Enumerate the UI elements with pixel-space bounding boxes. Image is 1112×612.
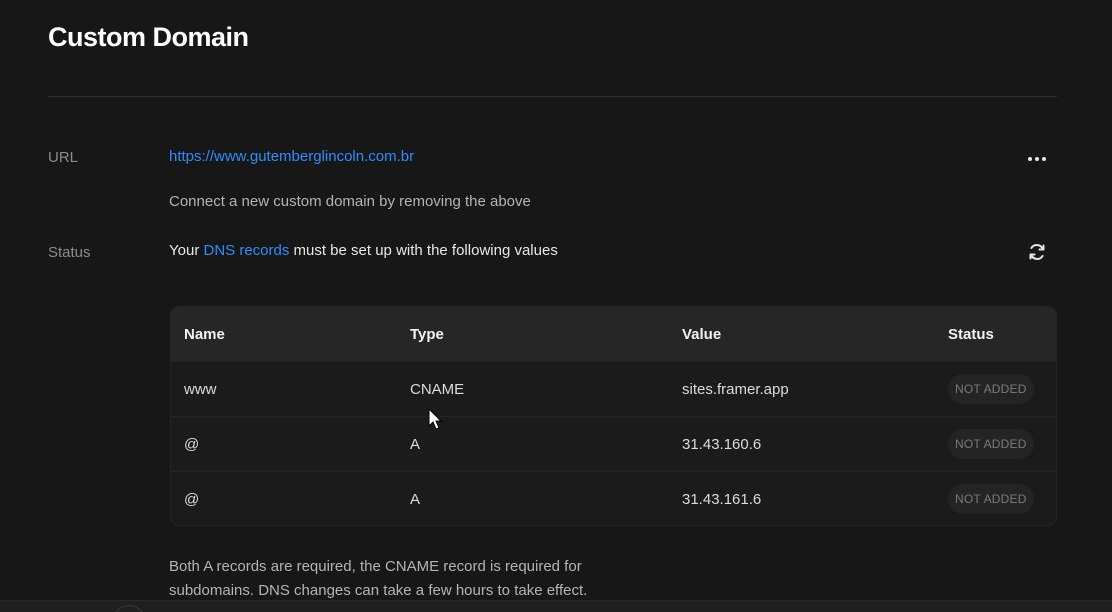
bottom-toolbar [0, 600, 1112, 612]
status-message: Your DNS records must be set up with the… [169, 242, 558, 259]
dns-records-table: Name Type Value Status www CNAME sites.f… [170, 306, 1057, 526]
refresh-icon [1029, 244, 1045, 260]
status-badge: NOT ADDED [948, 374, 1034, 404]
header-status: Status [948, 325, 994, 343]
header-name: Name [184, 325, 225, 343]
record-value[interactable]: 31.43.161.6 [682, 491, 761, 508]
status-text-before: Your [169, 242, 204, 259]
record-type[interactable]: A [410, 491, 420, 508]
refresh-button[interactable] [1025, 240, 1049, 264]
url-label: URL [48, 149, 79, 166]
divider [48, 96, 1057, 97]
status-badge: NOT ADDED [948, 484, 1034, 514]
custom-domain-page: Custom Domain URL https://www.gutembergl… [0, 0, 1112, 612]
url-hint-text: Connect a new custom domain by removing … [169, 193, 531, 210]
table-row: @ A 31.43.160.6 NOT ADDED [171, 416, 1056, 471]
dns-footnote: Both A records are required, the CNAME r… [169, 558, 588, 599]
custom-domain-link[interactable]: https://www.gutemberglincoln.com.br [169, 148, 414, 165]
record-type[interactable]: A [410, 436, 420, 453]
dns-records-link[interactable]: DNS records [203, 242, 289, 259]
status-label: Status [48, 244, 91, 261]
status-badge: NOT ADDED [948, 429, 1034, 459]
record-name[interactable]: @ [184, 436, 199, 453]
status-text-after: must be set up with the following values [289, 242, 558, 259]
record-value[interactable]: sites.framer.app [682, 381, 789, 398]
record-type[interactable]: CNAME [410, 381, 464, 398]
table-row: www CNAME sites.framer.app NOT ADDED [171, 361, 1056, 416]
mouse-cursor-icon [428, 408, 443, 430]
page-title: Custom Domain [48, 22, 249, 52]
record-name[interactable]: @ [184, 491, 199, 508]
table-header: Name Type Value Status [171, 307, 1056, 361]
table-row: @ A 31.43.161.6 NOT ADDED [171, 471, 1056, 525]
more-horizontal-icon [1028, 157, 1046, 161]
more-options-button[interactable] [1025, 147, 1049, 171]
header-value: Value [682, 325, 722, 343]
record-name[interactable]: www [184, 381, 217, 398]
record-value[interactable]: 31.43.160.6 [682, 436, 761, 453]
header-type: Type [410, 325, 444, 343]
